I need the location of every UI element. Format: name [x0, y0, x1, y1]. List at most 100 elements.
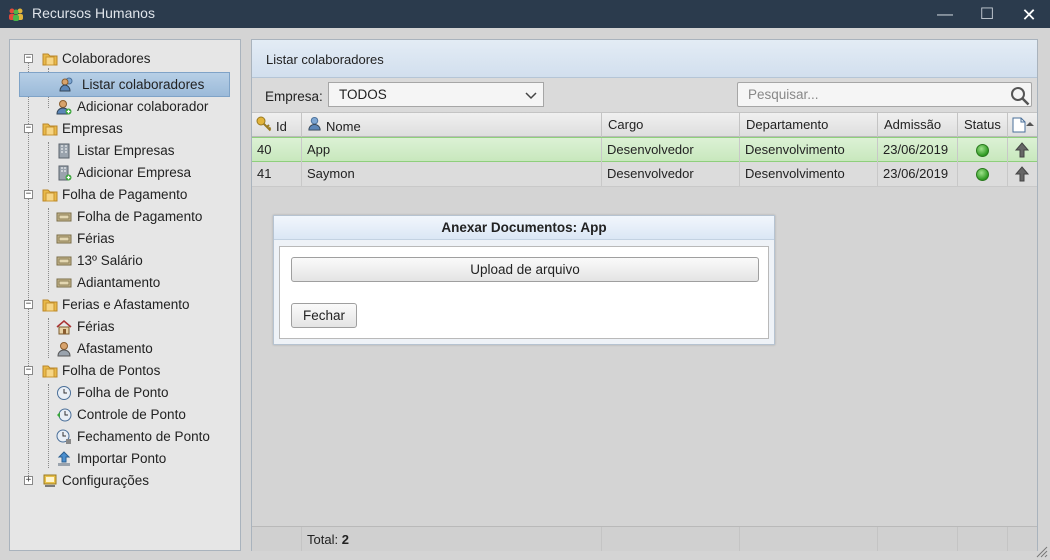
tree-group-colaboradores[interactable]: − Colaboradores [22, 48, 232, 70]
tree-item-ferias-pagamento[interactable]: Férias [22, 228, 232, 250]
import-icon [57, 451, 71, 466]
column-header-export[interactable] [1008, 113, 1037, 137]
app-area: − Colaboradores Listar colaboradores Adi… [0, 28, 1050, 560]
search-input[interactable] [737, 82, 1032, 107]
tree-item-folha-de-pagamento[interactable]: Folha de Pagamento [22, 206, 232, 228]
tree-item-label: 13º Salário [77, 253, 143, 268]
total-label: Total: [307, 532, 339, 547]
maximize-button[interactable]: ☐ [972, 4, 1002, 26]
status-active-icon [976, 144, 989, 157]
cell-action[interactable] [1008, 138, 1037, 162]
column-header-status[interactable]: Status [958, 113, 1008, 137]
tree-item-label: Fechamento de Ponto [77, 429, 210, 444]
footer-cell [878, 527, 958, 551]
attach-documents-dialog: Anexar Documentos: App Upload de arquivo… [273, 215, 775, 345]
table-row[interactable]: 40 App Desenvolvedor Desenvolvimento 23/… [252, 137, 1037, 162]
app-people-icon [9, 8, 23, 21]
empresa-select[interactable]: TODOS [328, 82, 544, 107]
users-icon [59, 77, 73, 92]
tree-item-listar-empresas[interactable]: Listar Empresas [22, 140, 232, 162]
tree-item-adicionar-empresa[interactable]: Adicionar Empresa [22, 162, 232, 184]
cell-action[interactable] [1008, 162, 1037, 186]
table-header: Id Nome Cargo Departamento Admissão Stat… [252, 112, 1037, 137]
cell-nome: Saymon [302, 162, 602, 186]
table-footer: Total: 2 [252, 526, 1037, 551]
upload-file-button[interactable]: Upload de arquivo [291, 257, 759, 282]
arrow-up-icon[interactable] [1014, 166, 1030, 182]
column-header-departamento[interactable]: Departamento [740, 113, 878, 137]
tree-group-label: Configurações [62, 473, 150, 488]
key-icon [256, 116, 272, 132]
tree-item-label: Afastamento [77, 341, 153, 356]
building-icon [58, 143, 70, 159]
folder-icon [42, 299, 58, 312]
tree-item-13-salario[interactable]: 13º Salário [22, 250, 232, 272]
tree-item-folha-de-ponto[interactable]: Folha de Ponto [22, 382, 232, 404]
tree-item-label: Adicionar Empresa [77, 165, 192, 180]
money-icon [56, 278, 72, 288]
empresa-select-value: TODOS [339, 87, 387, 102]
tree-group-ferias-e-afastamento[interactable]: − Ferias e Afastamento [22, 294, 232, 316]
user-icon [308, 116, 321, 131]
minimize-button[interactable]: — [930, 4, 960, 26]
add-building-icon [58, 165, 72, 181]
tree-item-listar-colaboradores[interactable]: Listar colaboradores [19, 72, 230, 97]
tree-item-adiantamento[interactable]: Adiantamento [22, 272, 232, 294]
cell-id: 41 [252, 162, 302, 186]
cell-cargo: Desenvolvedor [602, 162, 740, 186]
collapse-toggle[interactable]: − [24, 124, 33, 133]
tree-item-importar-ponto[interactable]: Importar Ponto [22, 448, 232, 470]
footer-cell [602, 527, 740, 551]
tree-item-adicionar-colaborador[interactable]: Adicionar colaborador [22, 96, 232, 118]
tree-item-label: Listar colaboradores [82, 77, 205, 92]
resize-grip-icon[interactable] [1036, 546, 1048, 558]
tree-item-afastamento[interactable]: Afastamento [22, 338, 232, 360]
panel-header: Listar colaboradores [252, 40, 1037, 78]
house-icon [56, 320, 72, 335]
column-header-cargo[interactable]: Cargo [602, 113, 740, 137]
computer-icon [43, 474, 57, 487]
cell-id: 40 [252, 138, 302, 162]
cell-departamento: Desenvolvimento [740, 138, 878, 162]
clock-icon [57, 386, 71, 400]
tree-item-label: Importar Ponto [77, 451, 167, 466]
collapse-toggle[interactable]: − [24, 366, 33, 375]
cell-nome: App [302, 138, 602, 162]
tree-item-fechamento-de-ponto[interactable]: Fechamento de Ponto [22, 426, 232, 448]
tree-group-folha-de-pagamento[interactable]: − Folha de Pagamento [22, 184, 232, 206]
chevron-down-icon [525, 92, 537, 100]
cell-admissao: 23/06/2019 [878, 162, 958, 186]
close-button[interactable]: ✕ [1014, 4, 1044, 26]
tree-group-label: Ferias e Afastamento [62, 297, 190, 312]
tree-group-configuracoes[interactable]: + Configurações [22, 470, 232, 492]
navigation-tree: − Colaboradores Listar colaboradores Adi… [9, 39, 241, 551]
collapse-toggle[interactable]: − [24, 54, 33, 63]
collapse-toggle[interactable]: − [24, 300, 33, 309]
close-dialog-button[interactable]: Fechar [291, 303, 357, 328]
column-header-admissao[interactable]: Admissão [878, 113, 958, 137]
table-row[interactable]: 41 Saymon Desenvolvedor Desenvolvimento … [252, 162, 1037, 187]
clock-lock-icon [56, 429, 71, 444]
search-icon[interactable] [1010, 86, 1030, 106]
collapse-toggle[interactable]: − [24, 190, 33, 199]
footer-cell [958, 527, 1008, 551]
cell-departamento: Desenvolvimento [740, 162, 878, 186]
tree-group-label: Folha de Pagamento [62, 187, 188, 202]
total-count: Total: 2 [307, 532, 349, 547]
money-icon [56, 212, 72, 222]
tree-item-controle-de-ponto[interactable]: Controle de Ponto [22, 404, 232, 426]
tree-item-label: Listar Empresas [77, 143, 175, 158]
column-header-nome[interactable]: Nome [302, 113, 602, 137]
window-title: Recursos Humanos [32, 5, 155, 21]
folder-icon [42, 365, 58, 378]
expand-toggle[interactable]: + [24, 476, 33, 485]
empresa-label: Empresa: [265, 89, 323, 104]
tree-item-ferias[interactable]: Férias [22, 316, 232, 338]
tree-group-empresas[interactable]: − Empresas [22, 118, 232, 140]
person-icon [57, 342, 71, 357]
column-header-id[interactable]: Id [252, 113, 302, 137]
tree-group-folha-de-pontos[interactable]: − Folha de Pontos [22, 360, 232, 382]
footer-cell [252, 527, 302, 551]
arrow-up-icon[interactable] [1014, 142, 1030, 158]
column-label: Nome [326, 119, 361, 134]
